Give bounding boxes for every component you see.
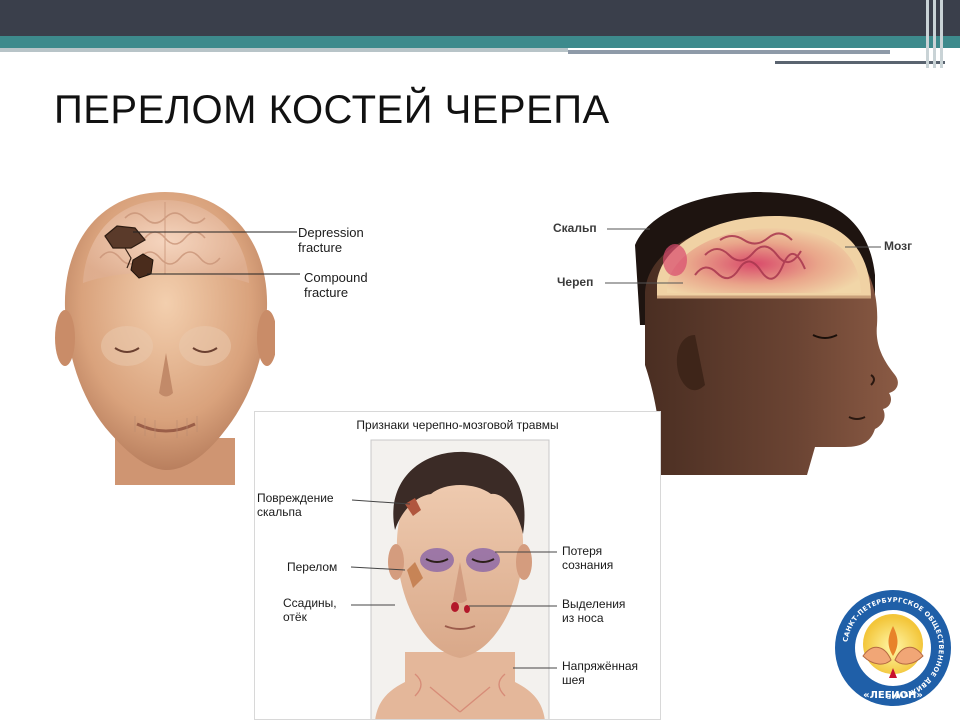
label-compound-line1: Compound (304, 270, 368, 285)
skull-leader-extension (275, 231, 300, 275)
skull-fracture-illustration (55, 188, 275, 485)
label-nose-discharge: Выделения из носа (562, 597, 626, 626)
legion-logo: САНКТ-ПЕТЕРБУРГСКОЕ ОБЩЕСТВЕННОЕ ДВИЖЕНИ… (833, 586, 953, 710)
label-compound: Compound fracture (304, 270, 368, 301)
label-abrasions-line1: Ссадины, (283, 596, 337, 610)
header-accent-line (568, 50, 890, 54)
header-gray-line (0, 48, 570, 52)
label-skull: Череп (557, 275, 594, 289)
corner-stripes (926, 0, 946, 68)
label-neck-line2: шея (562, 672, 585, 687)
label-compound-line2: fracture (304, 284, 349, 300)
label-consciousness: Потеря сознания (562, 544, 614, 573)
header-accent-line-short (775, 61, 945, 64)
label-consciousness-line1: Потеря (562, 544, 603, 558)
label-scalp-damage: Повреждение скальпа (257, 491, 334, 520)
label-depression-line2: fracture (298, 239, 343, 255)
label-neck: Напряжённая шея (562, 659, 639, 688)
legion-logo-emblem: САНКТ-ПЕТЕРБУРГСКОЕ ОБЩЕСТВЕННОЕ ДВИЖЕНИ… (835, 590, 951, 706)
slide-title: ПЕРЕЛОМ КОСТЕЙ ЧЕРЕПА (54, 88, 610, 132)
label-brain: Мозг (884, 239, 913, 253)
label-scalp-damage-line1: Повреждение (257, 491, 334, 505)
header-dark-bar (0, 0, 960, 36)
label-abrasions: Ссадины, отёк (283, 596, 337, 625)
label-scalp: Скальп (553, 221, 597, 235)
skull-front-drawing (55, 192, 275, 485)
label-fracture: Перелом (287, 560, 338, 574)
label-depression-line1: Depression (298, 225, 364, 240)
label-depression: Depression fracture (298, 225, 364, 256)
header-teal-bar (0, 36, 960, 48)
label-nose-line2: из носа (562, 610, 604, 625)
tbi-signs-illustration: Признаки черепно-мозговой травмы Поврежд… (254, 411, 661, 720)
logo-name: «ЛЕГИОН» (863, 690, 923, 701)
label-consciousness-line2: сознания (562, 557, 614, 572)
label-nose-line1: Выделения (562, 597, 626, 611)
label-scalp-damage-line2: скальпа (257, 504, 302, 519)
label-abrasions-line2: отёк (283, 609, 307, 624)
label-neck-line1: Напряжённая (562, 659, 639, 673)
